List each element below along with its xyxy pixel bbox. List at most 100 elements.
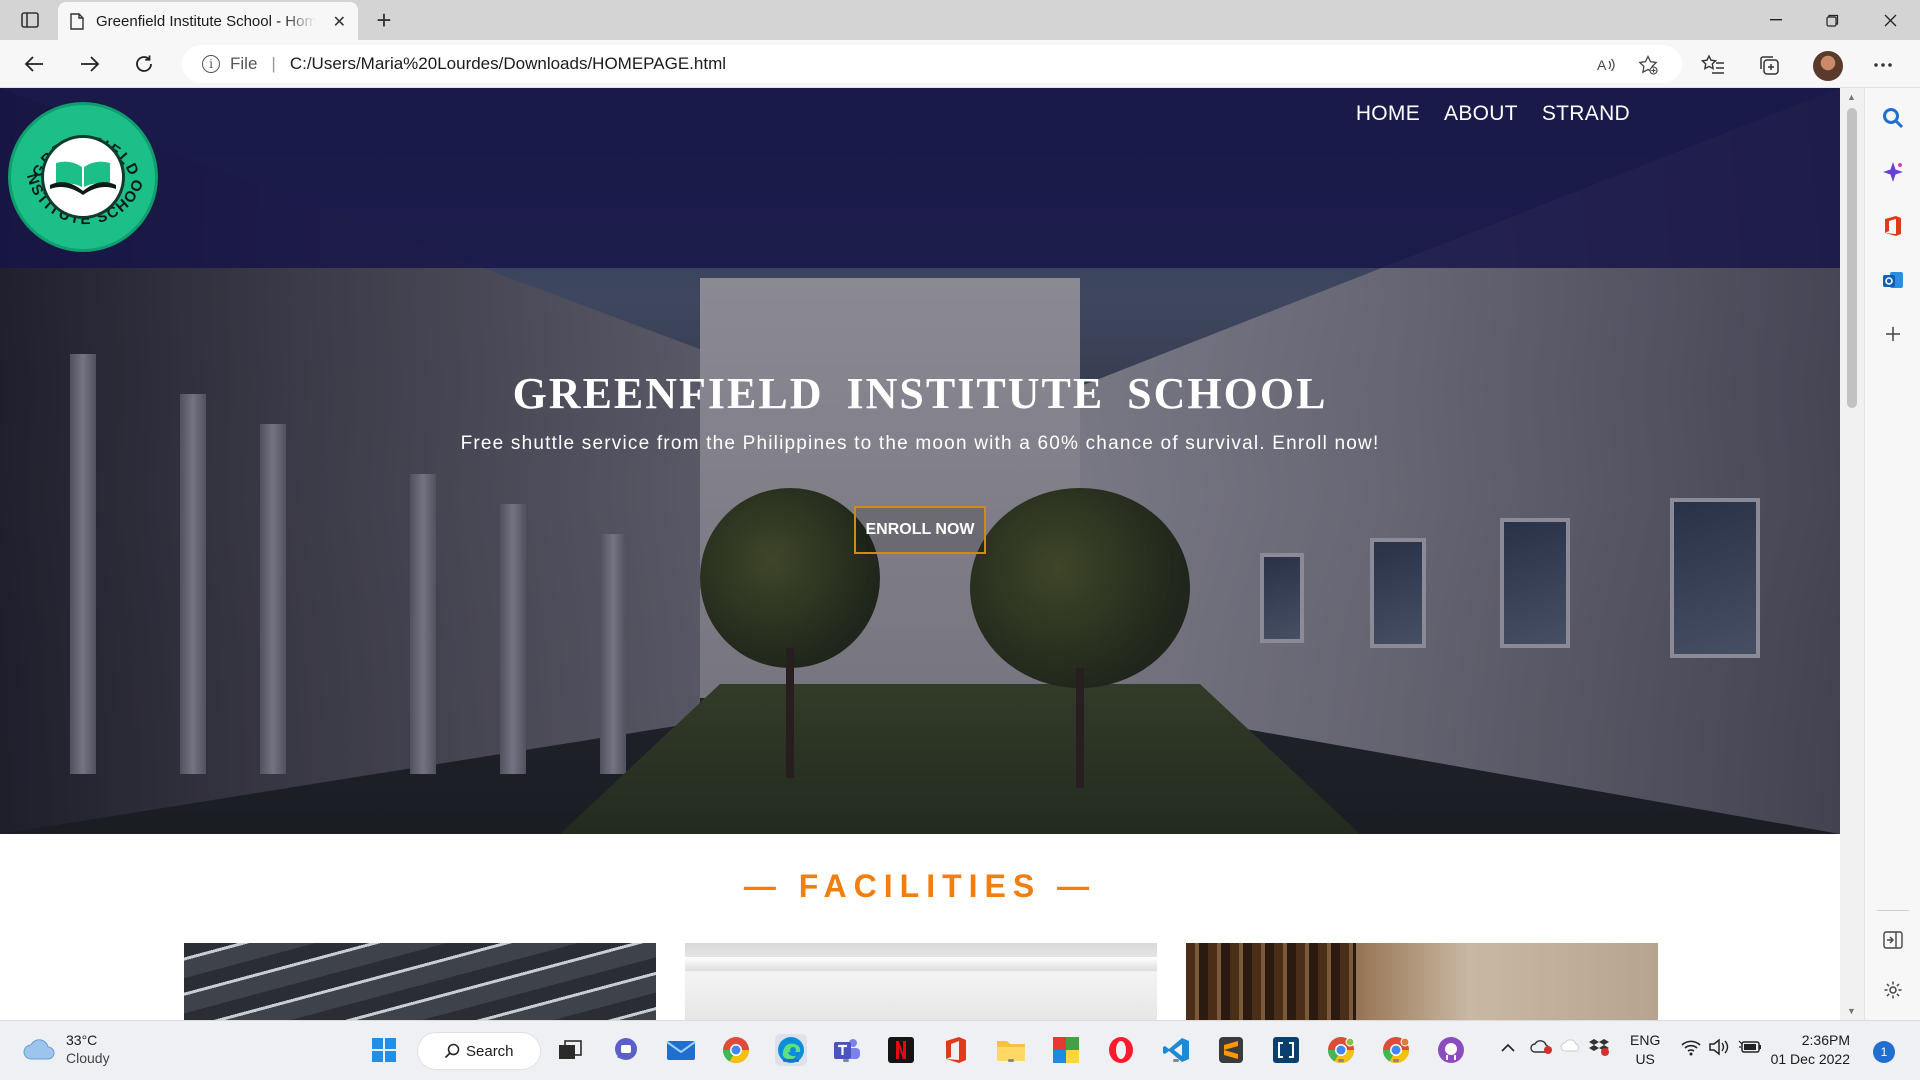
- profile-avatar[interactable]: [1813, 51, 1843, 81]
- more-dots-icon: [1874, 63, 1892, 67]
- taskbar-app-mail[interactable]: [665, 1034, 697, 1066]
- running-indicator: [1173, 1059, 1179, 1062]
- taskbar-app-netflix[interactable]: [885, 1034, 917, 1066]
- read-aloud-icon[interactable]: A: [1596, 55, 1616, 75]
- tab-actions-button[interactable]: [18, 9, 42, 31]
- main-nav: HOME ABOUT STRAND: [1356, 102, 1630, 126]
- facility-bookshelf: [1186, 943, 1356, 1020]
- nav-link-strand[interactable]: STRAND: [1542, 102, 1630, 126]
- scroll-up-arrow-icon[interactable]: ▲: [1847, 92, 1856, 102]
- taskbar-app-chrome-profile-3[interactable]: [1380, 1034, 1412, 1066]
- scroll-down-arrow-icon[interactable]: ▼: [1847, 1006, 1856, 1016]
- page-scrollbar[interactable]: ▲ ▼: [1840, 88, 1864, 1020]
- sidebar-divider: [1877, 910, 1909, 911]
- taskbar-clock[interactable]: 2:36PM 01 Dec 2022: [1770, 1031, 1850, 1069]
- outlook-icon: [1883, 272, 1903, 288]
- tray-cloud-icon[interactable]: [1560, 1037, 1582, 1056]
- arrow-right-icon: [81, 56, 100, 72]
- start-button[interactable]: [368, 1034, 400, 1066]
- paint-icon: [1053, 1037, 1079, 1063]
- taskbar-search-label: Search: [466, 1042, 514, 1060]
- facility-card-2[interactable]: [685, 943, 1157, 1020]
- close-window-button[interactable]: [1862, 0, 1918, 40]
- nav-link-about[interactable]: ABOUT: [1444, 102, 1518, 126]
- settings-more-button[interactable]: [1870, 52, 1896, 78]
- scroll-thumb[interactable]: [1847, 108, 1857, 408]
- taskbar-app-teams[interactable]: [830, 1034, 862, 1066]
- wifi-icon[interactable]: [1680, 1038, 1702, 1059]
- panel-collapse-icon: [1883, 931, 1903, 949]
- windows-logo-icon: [372, 1038, 396, 1062]
- input-language-indicator[interactable]: ENG US: [1630, 1031, 1660, 1069]
- taskbar-app-sublime[interactable]: [1215, 1034, 1247, 1066]
- office-icon: [1885, 216, 1901, 236]
- sublime-icon: [1219, 1037, 1243, 1063]
- site-logo[interactable]: GREENFIELD INSTITUTE SCHOOL: [8, 102, 158, 252]
- taskbar-app-office[interactable]: [940, 1034, 972, 1066]
- facility-card-1[interactable]: [184, 943, 656, 1020]
- svg-text:A: A: [1597, 57, 1607, 73]
- battery-icon[interactable]: [1738, 1039, 1762, 1058]
- restore-button[interactable]: [1804, 0, 1860, 40]
- address-separator: |: [271, 54, 276, 73]
- refresh-button[interactable]: [126, 48, 162, 80]
- tray-onedrive-icon[interactable]: [1530, 1037, 1554, 1058]
- favorites-list-icon: [1701, 54, 1724, 74]
- taskbar-app-file-explorer[interactable]: [995, 1034, 1027, 1066]
- taskbar-app-opera[interactable]: [1105, 1034, 1137, 1066]
- sidebar-copilot-button[interactable]: [1881, 160, 1905, 184]
- back-button[interactable]: [16, 48, 52, 80]
- taskbar-app-chrome-profile-2[interactable]: [1325, 1034, 1357, 1066]
- address-scheme: File: [230, 54, 258, 73]
- taskbar-app-replit[interactable]: [1270, 1034, 1302, 1066]
- taskbar-app-vscode[interactable]: [1160, 1034, 1192, 1066]
- taskbar-app-edge[interactable]: [775, 1034, 807, 1066]
- taskbar-app-github[interactable]: [1435, 1034, 1467, 1066]
- collections-button[interactable]: [1756, 52, 1782, 78]
- browser-toolbar: i File | C:/Users/Maria%20Lourdes/Downlo…: [0, 40, 1920, 88]
- address-url: C:/Users/Maria%20Lourdes/Downloads/HOMEP…: [289, 54, 727, 73]
- tab-title: Greenfield Institute School - Homepage: [96, 12, 316, 30]
- close-tab-icon[interactable]: ✕: [333, 12, 346, 32]
- enroll-now-button[interactable]: ENROLL NOW: [854, 506, 986, 554]
- plus-icon: [1886, 327, 1900, 341]
- hero-section: GREENFIELD INSTITUTE SCHOOL HOME ABOUT S…: [0, 88, 1840, 834]
- windows-taskbar: 33°C Cloudy Search ENG US 2:36PM 01 Dec …: [0, 1020, 1920, 1080]
- taskbar-app-chrome[interactable]: [720, 1034, 752, 1066]
- taskbar-app-chat[interactable]: [610, 1034, 642, 1066]
- sidebar-hide-button[interactable]: [1881, 928, 1905, 952]
- running-indicator: [1008, 1059, 1014, 1062]
- minimize-icon: [1770, 19, 1782, 21]
- taskbar-app-paint[interactable]: [1050, 1034, 1082, 1066]
- brackets-icon: [1273, 1037, 1299, 1063]
- facility-card-3[interactable]: [1186, 943, 1658, 1020]
- tray-dropbox-icon[interactable]: [1588, 1037, 1610, 1060]
- favorite-star-add-icon[interactable]: [1638, 55, 1658, 75]
- weather-widget[interactable]: 33°C Cloudy: [22, 1031, 110, 1067]
- close-icon: [1884, 14, 1896, 26]
- tab-actions-icon: [21, 12, 39, 28]
- sidebar-search-button[interactable]: [1881, 106, 1905, 130]
- forward-button[interactable]: [72, 48, 108, 80]
- volume-icon[interactable]: [1708, 1038, 1730, 1059]
- favorites-button[interactable]: [1700, 52, 1726, 78]
- sidebar-settings-button[interactable]: [1881, 978, 1905, 1002]
- sidebar-office-button[interactable]: [1881, 214, 1905, 238]
- weather-temp: 33°C: [66, 1032, 98, 1048]
- sidebar-outlook-button[interactable]: [1881, 268, 1905, 292]
- search-icon: [444, 1043, 460, 1059]
- tray-overflow-chevron-icon[interactable]: [1500, 1039, 1516, 1055]
- taskbar-search[interactable]: Search: [418, 1033, 540, 1069]
- task-view-button[interactable]: [554, 1034, 586, 1066]
- minimize-button[interactable]: [1748, 0, 1804, 40]
- info-icon[interactable]: i: [202, 55, 220, 73]
- edge-sidebar: [1864, 88, 1920, 1020]
- sidebar-add-button[interactable]: [1881, 322, 1905, 346]
- notification-badge[interactable]: 1: [1873, 1041, 1895, 1063]
- nav-link-home[interactable]: HOME: [1356, 102, 1420, 126]
- browser-tabstrip: Greenfield Institute School - Homepage ✕…: [0, 0, 1920, 40]
- netflix-icon: [888, 1037, 914, 1063]
- address-bar[interactable]: i File | C:/Users/Maria%20Lourdes/Downlo…: [182, 45, 1682, 83]
- browser-tab-active[interactable]: Greenfield Institute School - Homepage ✕: [58, 2, 358, 40]
- new-tab-button[interactable]: +: [368, 4, 400, 36]
